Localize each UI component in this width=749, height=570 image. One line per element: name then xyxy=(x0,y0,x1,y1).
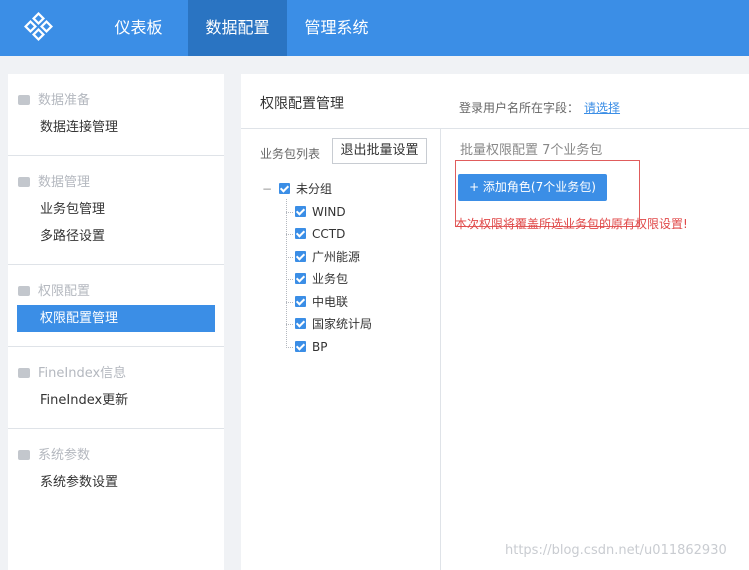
tree-connector xyxy=(286,234,293,235)
add-role-button[interactable]: + 添加角色(7个业务包) xyxy=(458,174,607,201)
tree-node[interactable]: 广州能源 xyxy=(295,247,360,267)
tree-connector xyxy=(286,302,293,303)
tree-node[interactable]: CCTD xyxy=(295,224,345,244)
checkbox-checked[interactable] xyxy=(295,228,306,239)
sidebar-item-fineindex-update[interactable]: FineIndex更新 xyxy=(8,387,224,414)
sidebar-group-fineindex: FineIndex信息 FineIndex更新 xyxy=(8,347,224,429)
watermark: https://blog.csdn.net/u011862930 xyxy=(505,543,727,558)
tree-node[interactable]: 国家统计局 xyxy=(295,314,372,334)
tree-node[interactable]: 中电联 xyxy=(295,292,348,312)
diamond-logo-icon[interactable] xyxy=(24,12,56,44)
sidebar-group-system-params: 系统参数 系统参数设置 xyxy=(8,429,224,511)
tree-connector xyxy=(286,324,293,325)
cloud-icon xyxy=(18,449,30,460)
tree-connector xyxy=(286,257,293,258)
tab-management-system[interactable]: 管理系统 xyxy=(287,0,386,56)
cloud-icon xyxy=(18,176,30,187)
tree-root-node[interactable]: 未分组 xyxy=(279,179,332,199)
tree-node-label: 国家统计局 xyxy=(312,317,373,331)
tree-node[interactable]: WIND xyxy=(295,202,346,222)
sidebar-item-permission-management[interactable]: 权限配置管理 xyxy=(17,305,215,332)
sidebar-group-header: 系统参数 xyxy=(8,443,224,469)
sidebar-item-package-management[interactable]: 业务包管理 xyxy=(8,196,224,223)
tree-node-label: BP xyxy=(312,340,328,354)
checkbox-checked[interactable] xyxy=(295,206,306,217)
sidebar-group-header: 数据准备 xyxy=(8,88,224,114)
checkbox-checked[interactable] xyxy=(295,318,306,329)
sidebar-group-title: 数据准备 xyxy=(38,93,91,108)
choose-field-link[interactable]: 请选择 xyxy=(584,99,620,116)
login-field-label: 登录用户名所在字段： xyxy=(459,101,580,115)
sidebar-item-system-params[interactable]: 系统参数设置 xyxy=(8,469,224,496)
top-nav-bar: 仪表板 数据配置 管理系统 xyxy=(0,0,749,56)
sidebar-group-title: 数据管理 xyxy=(38,175,91,190)
cloud-icon xyxy=(18,367,30,378)
batch-config-title: 批量权限配置 7个业务包 xyxy=(460,143,603,158)
tree-connector xyxy=(286,212,293,213)
tree-collapse-toggle[interactable]: − xyxy=(262,179,272,199)
tree-node-label: CCTD xyxy=(312,227,346,241)
column-divider xyxy=(440,129,441,570)
package-list-label: 业务包列表 xyxy=(260,147,321,161)
cloud-icon xyxy=(18,94,30,105)
sidebar-item-data-connection[interactable]: 数据连接管理 xyxy=(8,114,224,141)
sidebar-group-permission: 权限配置 权限配置管理 xyxy=(8,265,224,347)
sidebar-group-header: FineIndex信息 xyxy=(8,361,224,387)
tree-node-label: 中电联 xyxy=(312,295,349,309)
checkbox-checked[interactable] xyxy=(279,183,290,194)
sidebar-group-title: FineIndex信息 xyxy=(38,366,127,381)
checkbox-checked[interactable] xyxy=(295,251,306,262)
sidebar: 数据准备 数据连接管理 数据管理 业务包管理 多路径设置 权限配置 权限配置管理… xyxy=(8,74,224,570)
tab-data-config[interactable]: 数据配置 xyxy=(188,0,287,56)
page-title: 权限配置管理 xyxy=(260,96,344,112)
tab-dashboard[interactable]: 仪表板 xyxy=(97,0,180,56)
tree-node[interactable]: BP xyxy=(295,337,327,357)
tree-node-label: 广州能源 xyxy=(312,250,361,264)
checkbox-checked[interactable] xyxy=(295,273,306,284)
main-panel: 权限配置管理 登录用户名所在字段： 请选择 业务包列表 退出批量设置 − 未分组… xyxy=(241,74,749,570)
sidebar-group-header: 数据管理 xyxy=(8,170,224,196)
sidebar-group-title: 系统参数 xyxy=(38,448,91,463)
tree-node-label: WIND xyxy=(312,205,346,219)
exit-batch-button[interactable]: 退出批量设置 xyxy=(332,138,427,164)
header-divider xyxy=(241,128,749,129)
tree-connector xyxy=(286,199,287,348)
overwrite-warning: 本次权限将覆盖所选业务包的原有权限设置! xyxy=(455,217,688,231)
tree-node-label: 业务包 xyxy=(312,272,349,286)
sidebar-group-title: 权限配置 xyxy=(38,284,91,299)
checkbox-checked[interactable] xyxy=(295,296,306,307)
tree-node-label: 未分组 xyxy=(296,182,333,196)
sidebar-group-data-management: 数据管理 业务包管理 多路径设置 xyxy=(8,156,224,265)
sidebar-group-data-prep: 数据准备 数据连接管理 xyxy=(8,74,224,156)
tree-connector xyxy=(286,279,293,280)
sidebar-group-header: 权限配置 xyxy=(8,279,224,305)
checkbox-checked[interactable] xyxy=(295,341,306,352)
cloud-icon xyxy=(18,285,30,296)
sidebar-item-multipath[interactable]: 多路径设置 xyxy=(8,223,224,250)
tree-connector xyxy=(286,347,293,348)
tree-node[interactable]: 业务包 xyxy=(295,269,348,289)
